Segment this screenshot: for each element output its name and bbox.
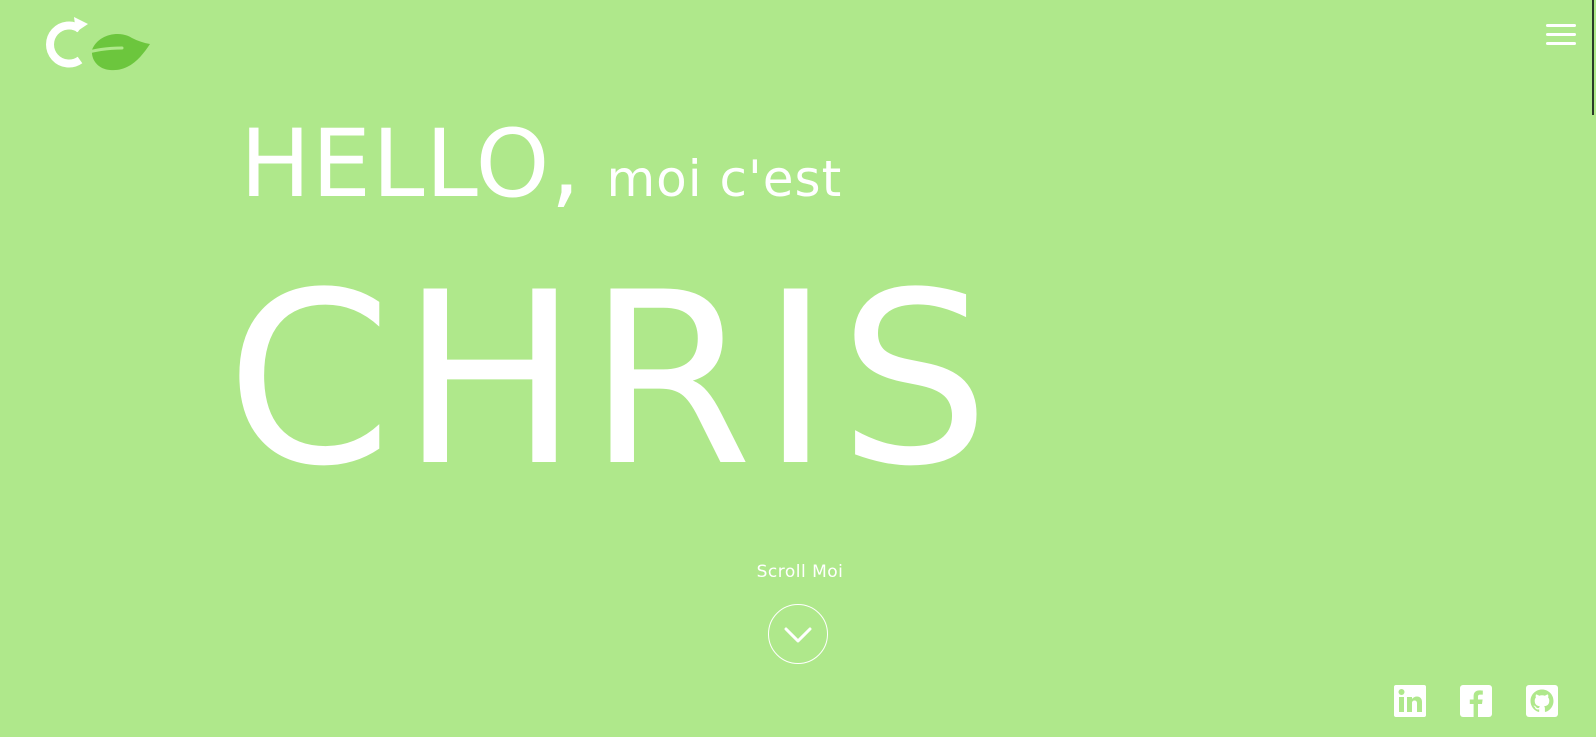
github-icon	[1526, 685, 1558, 717]
facebook-link[interactable]	[1460, 685, 1492, 717]
page-scrollbar[interactable]	[1592, 0, 1594, 115]
chevron-down-icon	[784, 627, 812, 643]
linkedin-link[interactable]	[1394, 685, 1426, 717]
logo-icon	[46, 17, 150, 71]
site-logo[interactable]	[36, 16, 152, 74]
hero-name: CHRIS	[226, 242, 998, 519]
page: HELLO, moi c'est CHRIS Scroll Moi	[0, 0, 1596, 737]
hamburger-menu-icon	[1546, 24, 1576, 27]
scroll-label: Scroll Moi	[756, 562, 844, 582]
menu-button[interactable]	[1544, 20, 1578, 50]
greeting-text: HELLO,	[240, 110, 582, 219]
facebook-icon	[1460, 685, 1492, 717]
greeting-line: HELLO, moi c'est	[240, 118, 842, 212]
intro-text: moi c'est	[606, 150, 843, 208]
github-link[interactable]	[1526, 685, 1558, 717]
scroll-down-button[interactable]	[768, 604, 828, 664]
linkedin-icon	[1394, 685, 1426, 717]
